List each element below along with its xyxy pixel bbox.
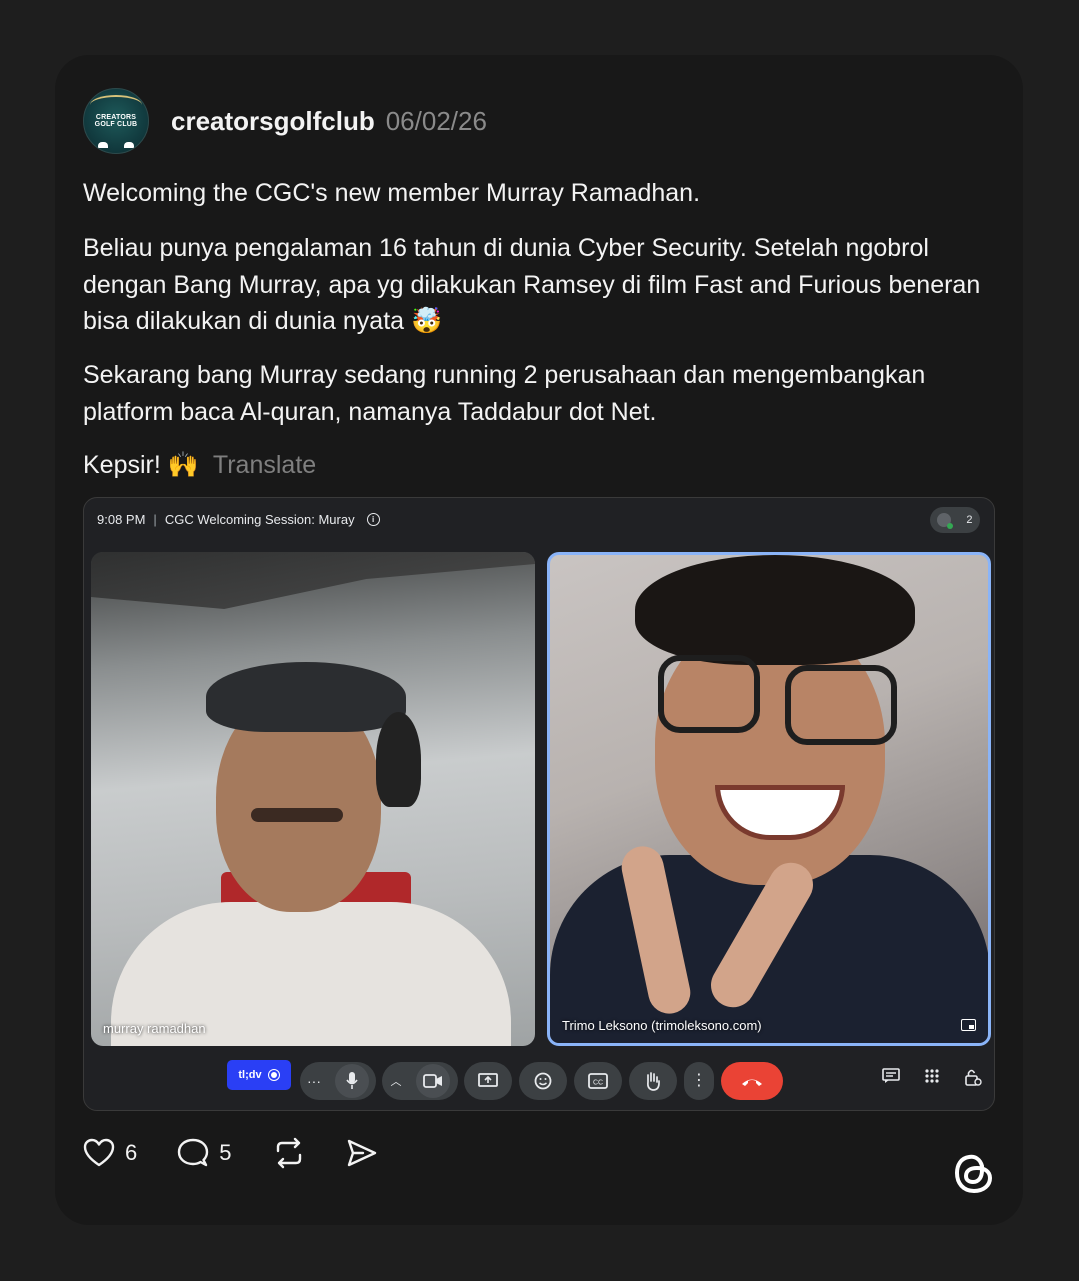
reply-count: 5 <box>219 1140 232 1165</box>
video-tile-trimo: Trimo Leksono (trimoleksono.com) <box>547 552 991 1046</box>
reply-button[interactable]: 5 <box>177 1138 232 1168</box>
mustache <box>251 808 343 822</box>
avatar-logo-text-1: CREATORS <box>95 114 137 121</box>
mic-icon[interactable] <box>335 1064 369 1098</box>
post-date[interactable]: 06/02/26 <box>386 106 487 137</box>
username[interactable]: creatorsgolfclub <box>171 106 375 137</box>
side-panel-icons <box>882 1068 982 1086</box>
participant-name-left: murray ramadhan <box>103 1021 206 1036</box>
post-paragraph-2: Beliau punya pengalaman 16 tahun di duni… <box>83 234 981 335</box>
comment-icon <box>178 1138 209 1167</box>
share-icon <box>347 1139 376 1167</box>
participant-count: 2 <box>966 514 973 526</box>
record-icon <box>267 1069 280 1081</box>
more-actions-button[interactable]: ⋮ <box>684 1062 714 1100</box>
video-tile-murray: murray ramadhan <box>91 552 535 1046</box>
mic-group: ··· <box>300 1062 376 1100</box>
meeting-separator: | <box>153 512 157 527</box>
info-icon: i <box>366 513 380 526</box>
participant-mini-avatar <box>937 513 954 529</box>
vertical-dots-icon: ⋮ <box>691 1072 707 1089</box>
participants-pill: 2 <box>930 507 980 533</box>
avatar-ball-left <box>98 142 108 148</box>
person-hair <box>635 555 915 665</box>
emoji-icon <box>534 1072 552 1090</box>
camera-icon[interactable] <box>415 1064 450 1098</box>
pip-icon <box>961 1019 976 1031</box>
meeting-time: 9:08 PM <box>97 512 146 527</box>
captions-button[interactable]: CC <box>574 1062 622 1100</box>
meeting-info-bar: 9:08 PM | CGC Welcoming Session: Muray i <box>97 512 380 527</box>
post-paragraph-3: Sekarang bang Murray sedang running 2 pe… <box>83 361 926 426</box>
avatar-ball-right <box>124 142 134 148</box>
post-actions: 6 5 <box>83 1137 418 1169</box>
avatar[interactable]: CREATORS GOLF CLUB <box>83 88 149 154</box>
chevron-up-icon[interactable]: ︿ <box>391 1073 402 1089</box>
post-paragraph-4: Kepsir! 🙌 Translate <box>83 447 993 484</box>
camera-group: ︿ <box>382 1062 458 1100</box>
tldv-label: tl;dv <box>238 1069 262 1081</box>
like-count: 6 <box>125 1140 138 1165</box>
threads-logo <box>954 1154 993 1194</box>
tldv-recorder-button[interactable]: tl;dv <box>227 1060 291 1090</box>
raise-hand-button[interactable] <box>629 1062 677 1100</box>
person-cap <box>206 662 406 732</box>
end-call-button[interactable] <box>721 1062 783 1100</box>
glasses-left <box>658 655 760 733</box>
emoji-button[interactable] <box>519 1062 567 1100</box>
chat-icon[interactable] <box>882 1068 900 1084</box>
cap-brim <box>376 712 421 807</box>
phone-hangup-icon <box>742 1079 762 1086</box>
participant-name-right: Trimo Leksono (trimoleksono.com) <box>562 1018 762 1033</box>
post-paragraph-4-text: Kepsir! 🙌 <box>83 451 199 479</box>
post-media-screenshot[interactable]: 9:08 PM | CGC Welcoming Session: Muray i… <box>83 497 995 1111</box>
repost-button[interactable] <box>272 1137 306 1169</box>
repost-icon <box>276 1137 301 1169</box>
translate-link[interactable]: Translate <box>213 451 316 479</box>
glasses-right <box>785 665 897 745</box>
meeting-controls: tl;dv ··· ︿ CC ⋮ <box>84 1060 994 1102</box>
heart-icon <box>83 1138 115 1167</box>
meeting-title: CGC Welcoming Session: Muray <box>164 512 355 527</box>
svg-text:CC: CC <box>593 1080 603 1087</box>
more-options-icon[interactable]: ··· <box>307 1073 321 1089</box>
captions-icon: CC <box>588 1073 608 1089</box>
host-controls-lock-icon[interactable] <box>964 1068 982 1086</box>
share-button[interactable] <box>346 1138 378 1168</box>
post-card: CREATORS GOLF CLUB creatorsgolfclub 06/0… <box>55 55 1023 1225</box>
present-button[interactable] <box>464 1062 512 1100</box>
present-icon <box>478 1073 498 1087</box>
raise-hand-icon <box>647 1072 660 1091</box>
avatar-logo-text-2: GOLF CLUB <box>94 121 138 128</box>
post-paragraph-1: Welcoming the CGC's new member Murray Ra… <box>83 179 701 207</box>
post-header: CREATORS GOLF CLUB creatorsgolfclub 06/0… <box>83 88 487 154</box>
apps-grid-icon[interactable] <box>924 1068 940 1084</box>
like-button[interactable]: 6 <box>83 1138 137 1168</box>
avatar-arc <box>90 95 142 115</box>
